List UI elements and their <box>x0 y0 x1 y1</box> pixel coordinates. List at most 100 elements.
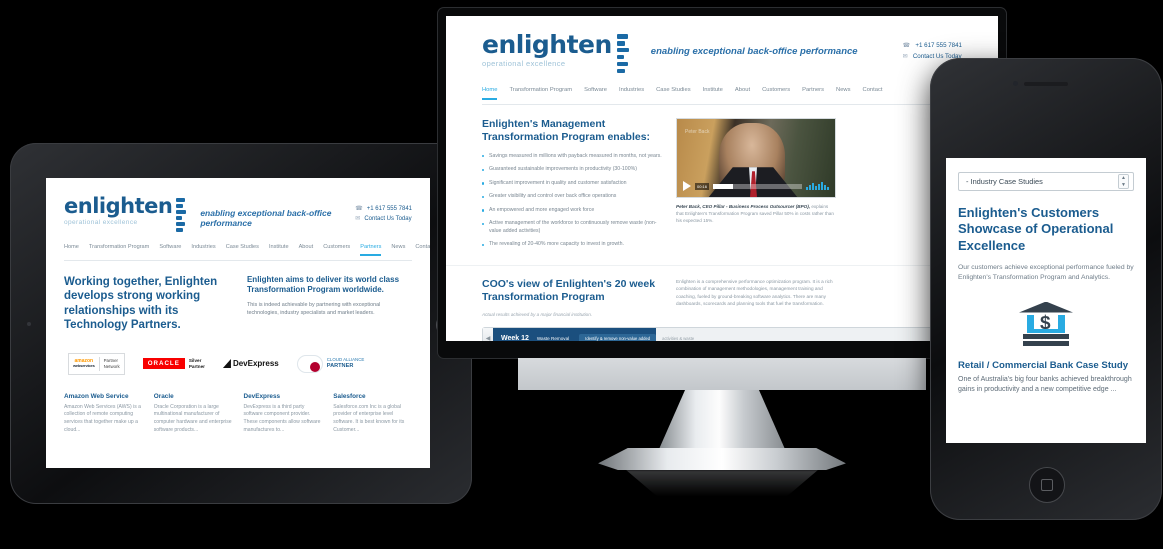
benefit-item: An empowered and more engaged work force <box>482 207 662 215</box>
partner-card[interactable]: Amazon Web Service Amazon Web Services (… <box>64 393 143 436</box>
tablet-site-header: enlighten operational excellence enablin… <box>46 178 430 233</box>
partner-logo-devexpress[interactable]: DevExpress <box>219 349 283 379</box>
partner-card-body: DevExpress is a third party software com… <box>243 403 321 434</box>
partner-card[interactable]: DevExpress DevExpress is a third party s… <box>244 393 323 436</box>
coo-heading: COO's view of Enlighten's 20 week Transf… <box>482 277 656 303</box>
partner-logo-aws[interactable]: amazon webservices Partner Network <box>64 349 129 379</box>
phone-icon: ☎ <box>902 42 911 49</box>
logo-wordmark: enlighten <box>64 194 173 218</box>
partner-card-title: Salesforce <box>333 392 366 400</box>
nav-item-home[interactable]: Home <box>64 244 79 256</box>
desktop-main-nav[interactable]: Home Transformation Program Software Ind… <box>482 87 962 106</box>
video-player[interactable]: Peter Back 00:16 <box>676 118 836 199</box>
nav-item-customers[interactable]: Customers <box>762 87 790 100</box>
oracle-tag2: Partner <box>188 363 205 369</box>
phone-number: +1 617 555 7841 <box>366 205 412 212</box>
partner-card-title: DevExpress <box>243 392 281 400</box>
video-progress-bar[interactable] <box>713 183 802 189</box>
salesforce-tag1: CLOUD ALLIANCE <box>326 357 365 362</box>
timeline-prev-arrow-icon[interactable]: ◀ <box>483 328 493 341</box>
program-dashboard: ◀ Week 12 Waste Removal Identify & remov… <box>482 327 962 341</box>
divider <box>98 356 100 371</box>
monitor-bezel: enlighten operational excellence enablin… <box>438 8 1006 358</box>
play-icon[interactable] <box>683 181 691 192</box>
benefit-item: Significant improvement in quality and c… <box>482 180 662 188</box>
nav-item-institute[interactable]: Institute <box>269 244 289 256</box>
monitor-reflection <box>626 470 818 496</box>
case-study-body: One of Australia's big four banks achiev… <box>958 375 1132 394</box>
nav-item-partners[interactable]: Partners <box>360 244 382 256</box>
phone-line[interactable]: ☎ +1 617 555 7841 <box>355 205 412 213</box>
desktop-screen: enlighten operational excellence enablin… <box>446 16 998 341</box>
stepper-down-icon[interactable]: ▼ <box>1119 181 1128 188</box>
nav-item-customers[interactable]: Customers <box>323 244 350 256</box>
nav-item-news[interactable]: News <box>391 244 405 256</box>
phone-camera-icon <box>1013 81 1018 86</box>
aws-tag2: Network <box>103 363 120 369</box>
nav-item-transformation-program[interactable]: Transformation Program <box>509 87 572 100</box>
devexpress-mark-icon <box>222 359 231 368</box>
partner-cards-row: Amazon Web Service Amazon Web Services (… <box>46 379 430 436</box>
nav-item-contact[interactable]: Contact <box>415 244 430 256</box>
logo-bars-icon <box>616 33 629 74</box>
tablet-main-nav[interactable]: Home Transformation Program Software Ind… <box>64 244 430 261</box>
tablet-camera-icon <box>27 321 31 326</box>
nav-item-case-studies[interactable]: Case Studies <box>656 87 690 100</box>
tablet-intro-right: Enlighten aims to deliver its world clas… <box>247 275 412 333</box>
partner-logo-salesforce[interactable]: CLOUD ALLIANCE PARTNER <box>293 349 369 379</box>
mail-icon: ✉ <box>902 53 908 60</box>
nav-item-case-studies[interactable]: Case Studies <box>226 244 259 256</box>
mail-icon: ✉ <box>355 216 361 222</box>
nav-item-software[interactable]: Software <box>584 87 607 100</box>
nav-item-contact[interactable]: Contact <box>863 87 883 100</box>
timeline-progress: Week 12 Waste Removal Identify & remove … <box>493 328 657 342</box>
nav-item-transformation-program[interactable]: Transformation Program <box>89 244 149 256</box>
phone-line[interactable]: ☎ +1 617 555 7841 <box>903 42 962 49</box>
phone-home-button[interactable] <box>1029 467 1065 503</box>
nav-item-industries[interactable]: Industries <box>191 244 215 256</box>
tablet-screen: enlighten operational excellence enablin… <box>46 178 430 468</box>
partner-card[interactable]: Oracle Oracle Corporation is a large mul… <box>154 393 233 436</box>
tablet-heading-left: Working together, Enlighten develops str… <box>64 276 218 332</box>
nav-item-news[interactable]: News <box>836 87 851 100</box>
nav-item-about[interactable]: About <box>299 244 314 256</box>
nav-item-partners[interactable]: Partners <box>802 87 824 100</box>
testimonial-video-block: Peter Back 00:16 Peter Back, CEO Pillar … <box>676 118 836 255</box>
nav-item-institute[interactable]: Institute <box>703 87 723 100</box>
devexpress-wordmark: DevExpress <box>232 359 279 368</box>
logo[interactable]: enlighten operational excellence <box>482 32 629 74</box>
video-controls[interactable]: 00:16 <box>683 180 829 192</box>
nav-item-home[interactable]: Home <box>482 87 498 101</box>
partner-card-title: Oracle <box>153 392 174 400</box>
partner-card[interactable]: Salesforce Salesforce.com Inc is a globa… <box>333 393 412 436</box>
dashboard-timeline[interactable]: ◀ Week 12 Waste Removal Identify & remov… <box>483 328 961 341</box>
partner-card-body: Amazon Web Services (AWS) is a collectio… <box>64 403 141 434</box>
contact-cta-label: Contact Us Today <box>364 215 412 222</box>
bank-plinth <box>1023 340 1069 346</box>
partner-card-body: Salesforce.com Inc is a global provider … <box>333 403 405 434</box>
tagline: enabling exceptional back-office perform… <box>650 46 858 57</box>
benefit-item: Savings measured in millions with paybac… <box>482 153 662 161</box>
logo[interactable]: enlighten operational excellence <box>64 194 187 233</box>
video-timecode: 00:16 <box>695 182 710 190</box>
tablet-body-right: This is indeed achievable by partnering … <box>246 302 381 317</box>
salesforce-cloud-icon <box>296 354 323 373</box>
desktop-hero-section: Enlighten's Management Transformation Pr… <box>446 105 998 255</box>
partner-logo-oracle[interactable]: ORACLE Silver Partner <box>139 349 209 379</box>
contact-cta-line[interactable]: ✉ Contact Us Today <box>355 215 412 223</box>
monitor-stand-neck <box>656 390 788 456</box>
nav-item-industries[interactable]: Industries <box>619 87 644 100</box>
nav-item-software[interactable]: Software <box>159 244 181 256</box>
case-studies-select[interactable]: - Industry Case Studies ▲ ▼ <box>958 172 1134 191</box>
tablet-device: enlighten operational excellence enablin… <box>10 143 472 504</box>
coo-body: Enlighten is a comprehensive performance… <box>676 278 833 307</box>
benefits-heading: Enlighten's Management Transformation Pr… <box>482 118 651 144</box>
stepper-icon[interactable]: ▲ ▼ <box>1118 174 1129 189</box>
timeline-week-label: Week 12 <box>501 334 529 342</box>
nav-item-about[interactable]: About <box>735 87 750 100</box>
devices-composition: enlighten operational excellence enablin… <box>0 0 1163 549</box>
header-contact-block: ☎ +1 617 555 7841 ✉ Contact Us Today <box>355 205 412 225</box>
phone-icon: ☎ <box>355 206 363 212</box>
timeline-phase-label: Waste Removal <box>536 335 570 341</box>
phone-screen: - Industry Case Studies ▲ ▼ Enlighten's … <box>946 158 1146 443</box>
